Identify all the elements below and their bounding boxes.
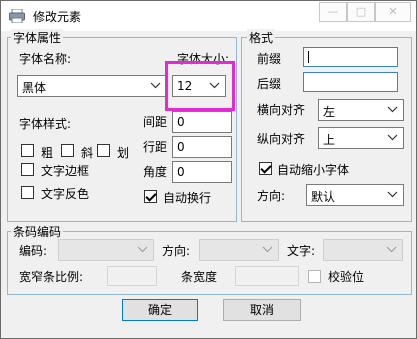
font-name-label: 字体名称:: [19, 52, 72, 66]
window-title: 修改元素: [33, 10, 82, 24]
direction-label: 方向:: [257, 189, 286, 203]
angle-spinner[interactable]: 0: [172, 161, 232, 183]
direction-value: 默认: [311, 190, 336, 204]
direction-select[interactable]: 默认: [306, 184, 404, 206]
angle-value: 0: [177, 165, 185, 179]
horizontal-align-label: 横向对齐: [257, 103, 306, 117]
barcode-text-label: 文字:: [287, 244, 316, 258]
wide-narrow-ratio-label: 宽窄条比例:: [19, 270, 84, 284]
bar-width-label: 条宽度: [181, 270, 218, 284]
text-border-label: 文字边框: [41, 164, 90, 178]
valign-value: 上: [323, 133, 336, 147]
ok-button[interactable]: 确定: [122, 299, 198, 321]
chevron-down-icon: [387, 106, 398, 113]
text-reverse-label: 文字反色: [41, 187, 90, 201]
highlight-box: [165, 61, 235, 111]
chevron-down-icon: [387, 191, 398, 198]
vertical-align-label: 纵向对齐: [257, 132, 306, 146]
vertical-align-select[interactable]: 上: [318, 127, 404, 149]
spacing-value: 0: [177, 115, 185, 129]
format-group-title: 格式: [247, 29, 276, 46]
suffix-input[interactable]: [303, 72, 398, 92]
bold-checkbox[interactable]: [21, 144, 34, 157]
line-spacing-value: 0: [177, 140, 185, 154]
font-name-value: 黑体: [22, 81, 47, 95]
cancel-button[interactable]: 取消: [223, 299, 301, 321]
chevron-down-icon: [137, 246, 148, 253]
wide-narrow-ratio-input[interactable]: [107, 266, 157, 286]
title-bar: 修改元素 — □ ✕: [1, 1, 416, 31]
halign-value: 左: [323, 105, 336, 119]
spacing-spinner[interactable]: 0: [172, 111, 232, 133]
dialog-window: 修改元素 — □ ✕ 字体属性 字体名称: 字体大小: 黑体 12 字体样式: …: [0, 0, 417, 339]
line-spacing-spinner[interactable]: 0: [172, 136, 232, 158]
prefix-input[interactable]: [303, 47, 398, 67]
italic-label: 斜: [81, 146, 94, 160]
chevron-down-icon: [386, 246, 397, 253]
minimize-button[interactable]: —: [319, 2, 347, 22]
underline-label: 划: [117, 146, 130, 160]
underline-checkbox[interactable]: [97, 144, 110, 157]
angle-label: 角度: [143, 165, 168, 179]
text-caret: [308, 51, 309, 63]
autoshrink-label: 自动缩小字体: [277, 163, 350, 177]
text-border-checkbox[interactable]: [21, 163, 34, 176]
font-group-title: 字体属性: [11, 29, 64, 46]
check-digit-checkbox[interactable]: [308, 270, 321, 283]
check-digit-label: 校验位: [328, 270, 365, 284]
text-reverse-checkbox[interactable]: [21, 186, 34, 199]
spacing-label: 间距: [143, 115, 168, 129]
barcode-group-title: 条码编码: [11, 223, 64, 240]
bar-width-input[interactable]: [235, 266, 299, 286]
auto-wrap-label: 自动换行: [163, 191, 212, 205]
bold-label: 粗: [41, 146, 54, 160]
italic-checkbox[interactable]: [61, 144, 74, 157]
chevron-down-icon: [262, 246, 273, 253]
auto-wrap-checkbox[interactable]: [144, 190, 157, 203]
autoshrink-checkbox[interactable]: [259, 162, 272, 175]
barcode-direction-label: 方向:: [162, 244, 191, 258]
chevron-down-icon: [387, 134, 398, 141]
prefix-label: 前缀: [257, 52, 282, 66]
font-style-label: 字体样式:: [19, 117, 72, 131]
encoding-select[interactable]: [58, 239, 154, 261]
close-button[interactable]: ✕: [375, 2, 411, 22]
line-spacing-label: 行距: [143, 140, 168, 154]
horizontal-align-select[interactable]: 左: [318, 99, 404, 121]
barcode-text-select[interactable]: [323, 239, 403, 261]
barcode-direction-select[interactable]: [199, 239, 279, 261]
encoding-label: 编码:: [19, 244, 48, 258]
printer-icon: [9, 9, 25, 23]
chevron-down-icon: [150, 82, 161, 89]
maximize-button[interactable]: □: [347, 2, 375, 22]
suffix-label: 后缀: [257, 77, 282, 91]
font-name-select[interactable]: 黑体: [17, 75, 167, 97]
